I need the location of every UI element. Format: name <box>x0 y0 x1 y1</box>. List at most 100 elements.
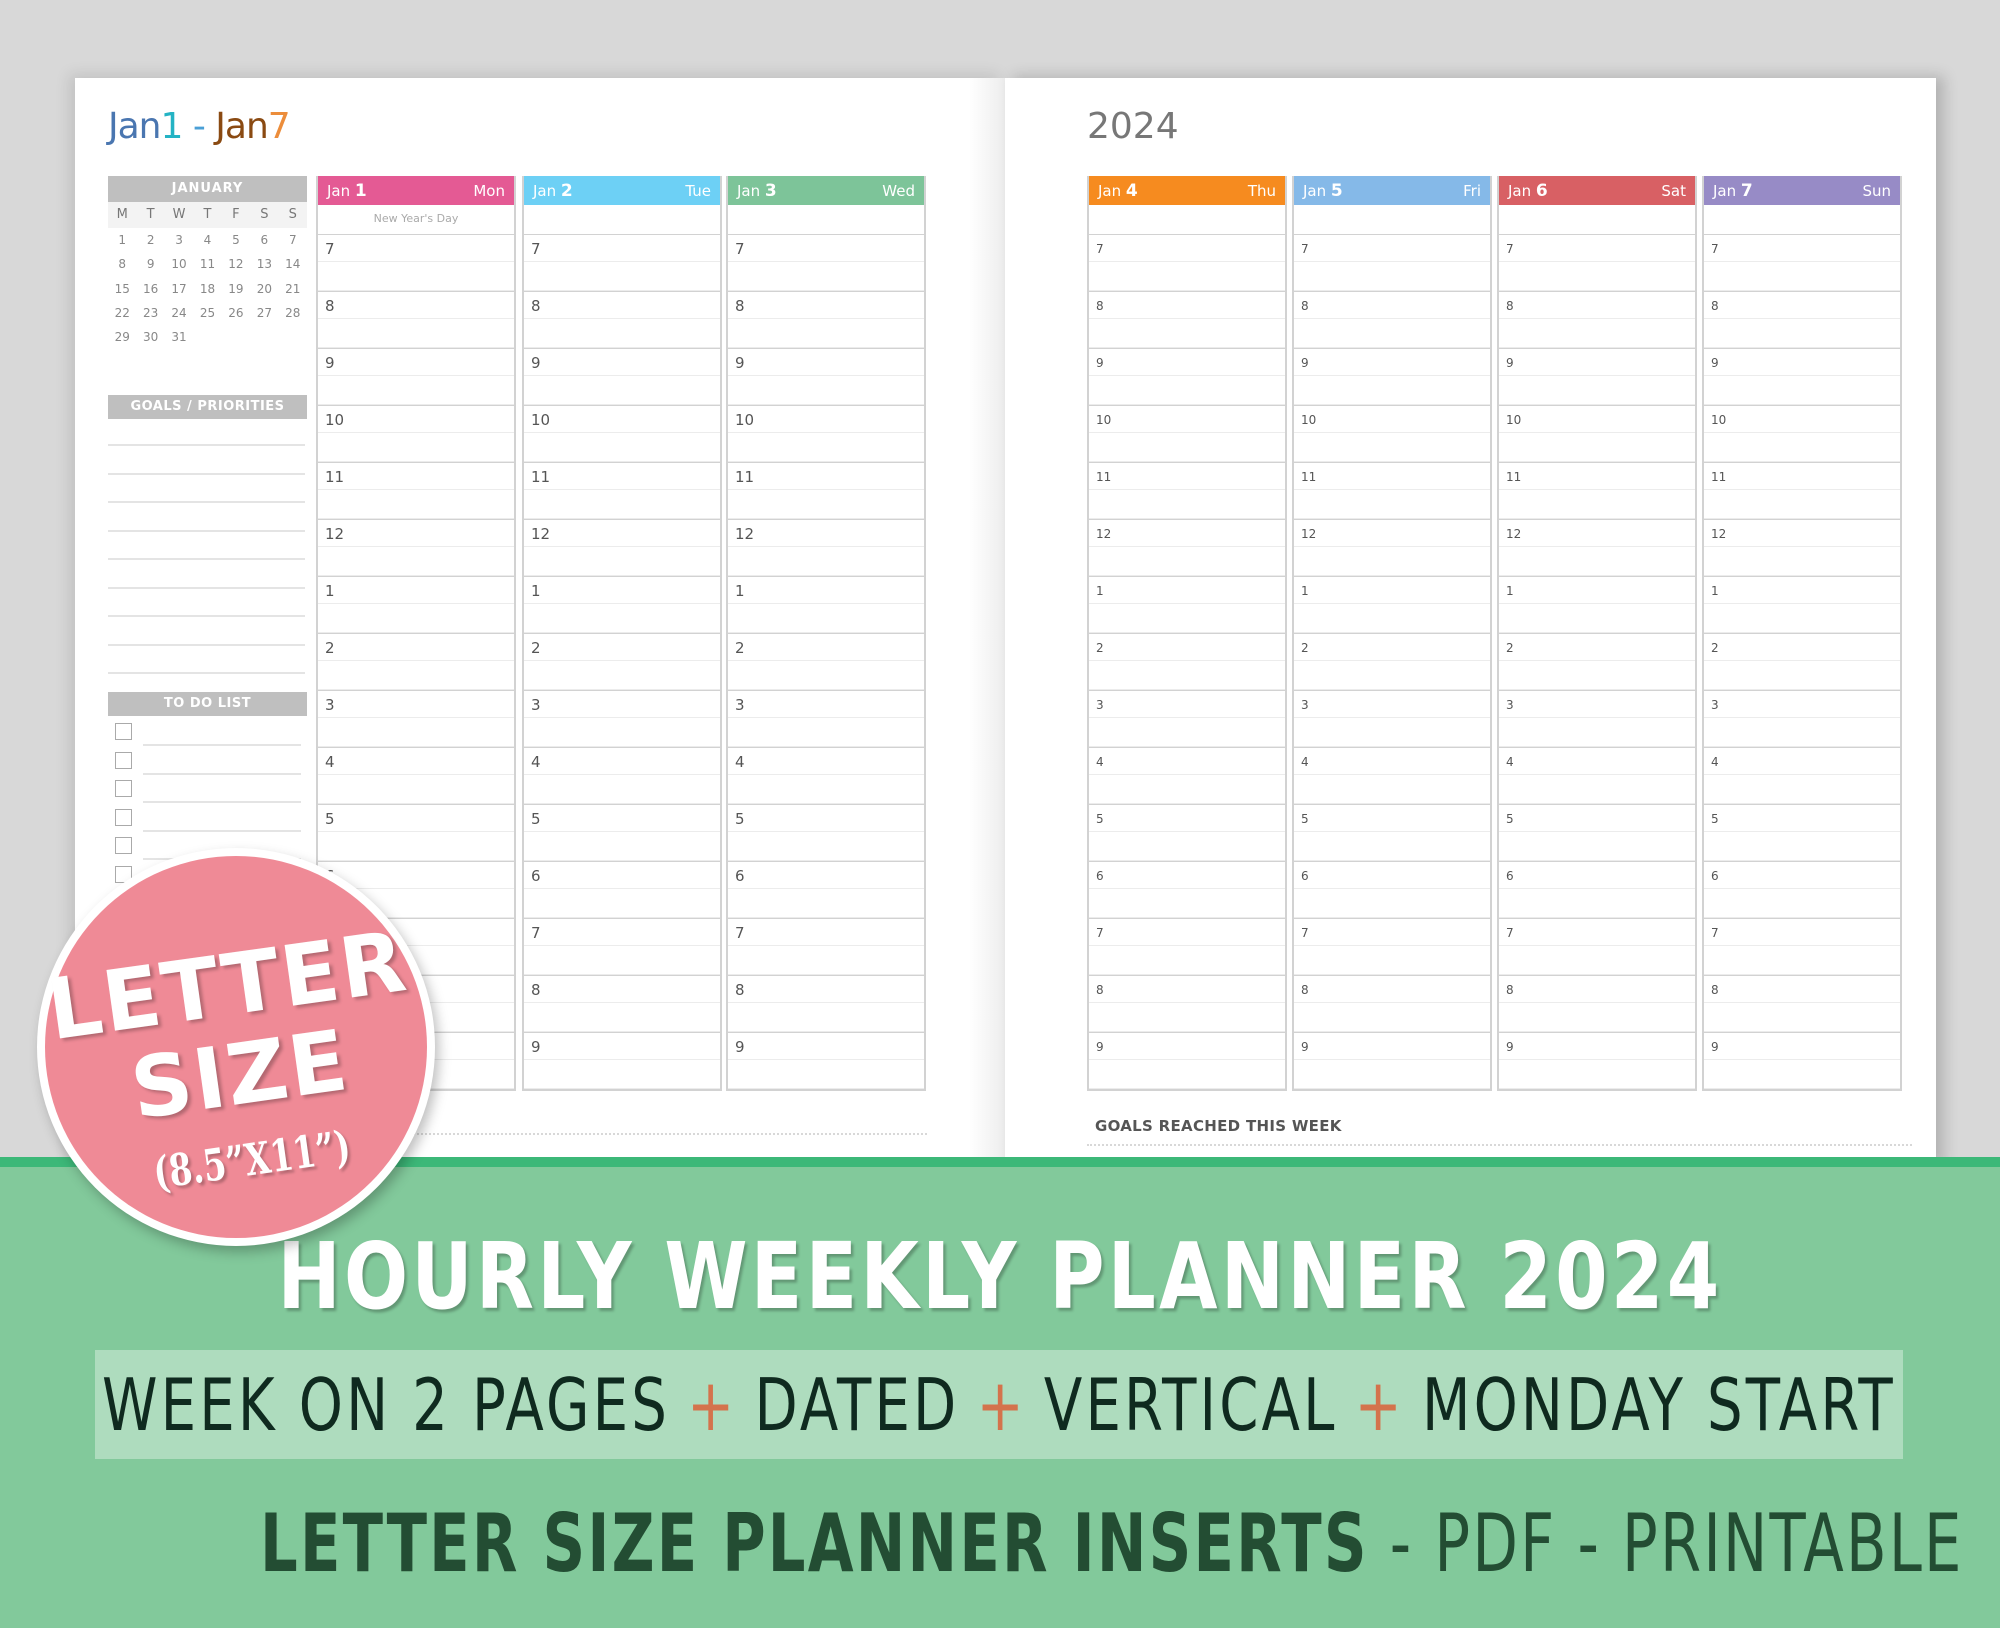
mini-calendar-date[interactable]: 3 <box>165 228 193 252</box>
hour-slot[interactable]: 8 <box>1294 290 1490 319</box>
half-hour-slot[interactable] <box>1704 604 1900 633</box>
half-hour-slot[interactable] <box>1704 661 1900 690</box>
half-hour-slot[interactable] <box>1704 547 1900 576</box>
hour-slot[interactable]: 3 <box>728 689 924 718</box>
half-hour-slot[interactable] <box>524 433 720 462</box>
hour-slot[interactable]: 12 <box>1499 518 1695 547</box>
hour-slot[interactable]: 3 <box>1499 689 1695 718</box>
half-hour-slot[interactable] <box>318 319 514 348</box>
hour-slot[interactable]: 7 <box>1704 917 1900 946</box>
hour-slot[interactable]: 9 <box>1499 347 1695 376</box>
hour-slot[interactable]: 6 <box>1704 860 1900 889</box>
mini-calendar-date[interactable]: 28 <box>279 301 307 325</box>
hour-slot[interactable]: 9 <box>1294 347 1490 376</box>
hour-slot[interactable]: 10 <box>1294 404 1490 433</box>
hour-slot[interactable]: 10 <box>1089 404 1285 433</box>
hour-slot[interactable]: 7 <box>524 917 720 946</box>
hour-slot[interactable]: 7 <box>524 233 720 262</box>
half-hour-slot[interactable] <box>1704 262 1900 291</box>
half-hour-slot[interactable] <box>728 946 924 975</box>
hour-slot[interactable]: 8 <box>1089 290 1285 319</box>
half-hour-slot[interactable] <box>1499 946 1695 975</box>
half-hour-slot[interactable] <box>318 718 514 747</box>
half-hour-slot[interactable] <box>1089 1060 1285 1089</box>
hour-slot[interactable]: 6 <box>1089 860 1285 889</box>
hour-slot[interactable]: 8 <box>728 290 924 319</box>
hour-slot[interactable]: 4 <box>524 746 720 775</box>
half-hour-slot[interactable] <box>728 832 924 861</box>
half-hour-slot[interactable] <box>1704 775 1900 804</box>
hour-slot[interactable]: 4 <box>1089 746 1285 775</box>
hour-slot[interactable]: 9 <box>524 1031 720 1060</box>
half-hour-slot[interactable] <box>524 319 720 348</box>
hour-slot[interactable]: 7 <box>1294 917 1490 946</box>
hour-slot[interactable]: 3 <box>1704 689 1900 718</box>
half-hour-slot[interactable] <box>318 547 514 576</box>
mini-calendar-date[interactable]: 27 <box>250 301 278 325</box>
half-hour-slot[interactable] <box>318 433 514 462</box>
half-hour-slot[interactable] <box>524 1003 720 1032</box>
mini-calendar-date[interactable]: 4 <box>193 228 221 252</box>
mini-calendar-date[interactable]: 19 <box>222 277 250 301</box>
half-hour-slot[interactable] <box>728 262 924 291</box>
hour-slot[interactable]: 12 <box>524 518 720 547</box>
hour-slot[interactable]: 9 <box>1704 1031 1900 1060</box>
half-hour-slot[interactable] <box>1704 1060 1900 1089</box>
hour-slot[interactable]: 7 <box>1089 917 1285 946</box>
mini-calendar-date[interactable]: 22 <box>108 301 136 325</box>
day-note[interactable] <box>1499 205 1695 234</box>
hour-slot[interactable]: 1 <box>728 575 924 604</box>
hour-slot[interactable]: 12 <box>1294 518 1490 547</box>
half-hour-slot[interactable] <box>1704 946 1900 975</box>
todo-line[interactable] <box>143 772 301 775</box>
half-hour-slot[interactable] <box>728 889 924 918</box>
hour-slot[interactable]: 9 <box>1089 1031 1285 1060</box>
hour-slot[interactable]: 5 <box>1499 803 1695 832</box>
hour-slot[interactable]: 5 <box>1089 803 1285 832</box>
half-hour-slot[interactable] <box>1499 832 1695 861</box>
mini-calendar-date[interactable]: 5 <box>222 228 250 252</box>
hour-slot[interactable]: 1 <box>318 575 514 604</box>
half-hour-slot[interactable] <box>1089 376 1285 405</box>
hour-slot[interactable]: 6 <box>524 860 720 889</box>
mini-calendar-date[interactable]: 6 <box>250 228 278 252</box>
half-hour-slot[interactable] <box>1499 319 1695 348</box>
mini-calendar-date[interactable]: 14 <box>279 252 307 276</box>
half-hour-slot[interactable] <box>524 832 720 861</box>
todo-checkbox[interactable] <box>115 837 132 854</box>
half-hour-slot[interactable] <box>728 604 924 633</box>
hour-slot[interactable]: 12 <box>1089 518 1285 547</box>
half-hour-slot[interactable] <box>524 262 720 291</box>
half-hour-slot[interactable] <box>1499 775 1695 804</box>
half-hour-slot[interactable] <box>1704 718 1900 747</box>
hour-slot[interactable]: 11 <box>1294 461 1490 490</box>
half-hour-slot[interactable] <box>524 490 720 519</box>
hour-slot[interactable]: 8 <box>1704 290 1900 319</box>
todo-line[interactable] <box>143 744 301 746</box>
half-hour-slot[interactable] <box>1089 1003 1285 1032</box>
half-hour-slot[interactable] <box>524 718 720 747</box>
half-hour-slot[interactable] <box>1704 376 1900 405</box>
half-hour-slot[interactable] <box>1089 262 1285 291</box>
hour-slot[interactable]: 10 <box>728 404 924 433</box>
hour-slot[interactable]: 10 <box>524 404 720 433</box>
hour-slot[interactable]: 11 <box>1499 461 1695 490</box>
mini-calendar-date[interactable]: 25 <box>193 301 221 325</box>
hour-slot[interactable]: 9 <box>318 347 514 376</box>
mini-calendar-date[interactable]: 1 <box>108 228 136 252</box>
half-hour-slot[interactable] <box>1499 490 1695 519</box>
half-hour-slot[interactable] <box>728 1003 924 1032</box>
mini-calendar-date[interactable]: 17 <box>165 277 193 301</box>
hour-slot[interactable]: 8 <box>524 974 720 1003</box>
hour-slot[interactable]: 6 <box>1499 860 1695 889</box>
hour-slot[interactable]: 2 <box>728 632 924 661</box>
half-hour-slot[interactable] <box>1499 889 1695 918</box>
hour-slot[interactable]: 9 <box>728 1031 924 1060</box>
hour-slot[interactable]: 7 <box>728 917 924 946</box>
half-hour-slot[interactable] <box>728 1060 924 1089</box>
half-hour-slot[interactable] <box>1704 433 1900 462</box>
mini-calendar-date[interactable]: 24 <box>165 301 193 325</box>
hour-slot[interactable]: 8 <box>1499 290 1695 319</box>
half-hour-slot[interactable] <box>1294 1003 1490 1032</box>
mini-calendar-date[interactable]: 2 <box>136 228 164 252</box>
